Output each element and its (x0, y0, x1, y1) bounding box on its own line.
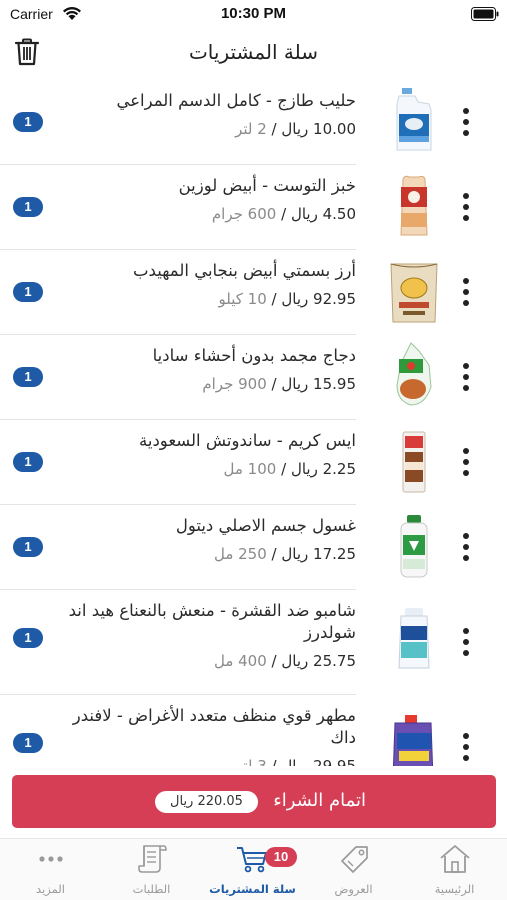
cart-total: 220.05 ريال (155, 791, 258, 813)
product-price: 2.25 ريال (290, 460, 356, 478)
tab-cart[interactable]: 10 سلة المشتريات (202, 839, 303, 900)
more-options-icon[interactable] (458, 732, 474, 762)
quantity-badge[interactable]: 1 (13, 112, 43, 132)
product-unit: 250 مل (213, 545, 267, 563)
product-price: 25.75 ريال (281, 652, 356, 670)
home-icon (440, 845, 470, 873)
tag-icon (341, 846, 368, 873)
quantity-badge[interactable]: 1 (13, 282, 43, 302)
tab-label: الطلبات (132, 882, 171, 896)
product-name: غسول جسم الاصلي ديتول (175, 516, 356, 535)
checkout-label: اتمام الشراء (273, 790, 366, 811)
more-options-icon[interactable] (458, 192, 474, 222)
milk-bottle-image (396, 88, 432, 151)
cart-item[interactable]: 1 خبز التوست - أبيض لوزين 4.50 ريال / 60… (0, 165, 507, 249)
product-price: 29.95 ريال (281, 757, 356, 766)
quantity-badge[interactable]: 1 (13, 628, 43, 648)
product-price: 15.95 ريال (281, 375, 356, 393)
product-unit: 900 جرام (202, 375, 267, 393)
cart-count-badge: 10 (265, 847, 297, 867)
tab-orders[interactable]: الطلبات (101, 839, 202, 900)
status-bar: Carrier 10:30 PM (0, 0, 507, 30)
body-wash-bottle-image (400, 515, 428, 578)
tab-bar: المزيد الطلبات 10 سلة المشتريات العروض ا… (0, 838, 507, 900)
tab-home[interactable]: الرئيسية (404, 839, 505, 900)
page-title: سلة المشتريات (188, 40, 319, 64)
product-price: 4.50 ريال (290, 205, 356, 223)
quantity-badge[interactable]: 1 (13, 537, 43, 557)
more-options-icon[interactable] (458, 107, 474, 137)
tab-label: المزيد (36, 882, 65, 896)
cart-item[interactable]: 1 شامبو ضد القشرة - منعش بالنعناع هيد ان… (0, 590, 507, 694)
page-header: سلة المشتريات (0, 30, 507, 80)
tab-label: سلة المشتريات (209, 882, 296, 896)
more-options-icon[interactable] (458, 362, 474, 392)
product-name: ايس كريم - ساندوتش السعودية (139, 431, 356, 450)
product-unit: 3 لتر (235, 757, 267, 766)
tab-label: الرئيسية (434, 882, 475, 896)
cart-item[interactable]: 1 ايس كريم - ساندوتش السعودية 2.25 ريال … (0, 420, 507, 504)
shampoo-bottle-image (398, 608, 430, 669)
product-unit: 400 مل (213, 652, 267, 670)
quantity-badge[interactable]: 1 (13, 733, 43, 753)
product-name: دجاج مجمد بدون أحشاء ساديا (152, 346, 356, 365)
quantity-badge[interactable]: 1 (13, 452, 43, 472)
rice-sack-image (390, 263, 438, 323)
cart-item[interactable]: 1 مطهر قوي منظف متعدد الأغراض - لافندر د… (0, 695, 507, 766)
product-name: مطهر قوي منظف متعدد الأغراض - لافندر داك (72, 706, 356, 747)
tab-offers[interactable]: العروض (303, 839, 404, 900)
clock: 10:30 PM (220, 5, 287, 22)
product-name: أرز بسمتي أبيض بنجابي المهيدب (133, 261, 356, 280)
tab-more[interactable]: المزيد (0, 839, 101, 900)
tab-label: العروض (334, 882, 373, 896)
cart-item[interactable]: 1 غسول جسم الاصلي ديتول 17.25 ريال / 250… (0, 505, 507, 589)
product-unit: 10 كيلو (218, 290, 267, 308)
cart-item[interactable]: 1 دجاج مجمد بدون أحشاء ساديا 15.95 ريال … (0, 335, 507, 419)
product-price: 92.95 ريال (281, 290, 356, 308)
receipt-icon (138, 845, 167, 873)
more-options-icon[interactable] (458, 532, 474, 562)
more-icon (39, 856, 63, 862)
checkout-button[interactable]: 220.05 ريال اتمام الشراء (12, 775, 496, 828)
product-name: شامبو ضد القشرة - منعش بالنعناع هيد اند … (68, 601, 356, 642)
product-price: 17.25 ريال (281, 545, 356, 563)
product-name: خبز التوست - أبيض لوزين (178, 176, 356, 195)
product-price: 10.00 ريال (281, 120, 356, 138)
quantity-badge[interactable]: 1 (13, 367, 43, 387)
product-unit: 600 جرام (211, 205, 277, 223)
product-name: حليب طازج - كامل الدسم المراعي (116, 91, 356, 110)
bread-bag-image (400, 175, 428, 236)
product-unit: 2 لتر (235, 120, 267, 138)
cart-list[interactable]: 1 حليب طازج - كامل الدسم المراعي 10.00 ر… (0, 80, 507, 766)
ice-cream-sandwich-image (402, 431, 426, 493)
cart-item[interactable]: 1 حليب طازج - كامل الدسم المراعي 10.00 ر… (0, 80, 507, 164)
more-options-icon[interactable] (458, 277, 474, 307)
quantity-badge[interactable]: 1 (13, 197, 43, 217)
more-options-icon[interactable] (458, 627, 474, 657)
product-unit: 100 مل (223, 460, 277, 478)
cleaner-bottle-image (392, 715, 434, 766)
cart-item[interactable]: 1 أرز بسمتي أبيض بنجابي المهيدب 92.95 ري… (0, 250, 507, 334)
frozen-chicken-image (396, 342, 432, 406)
battery-icon (471, 7, 499, 21)
more-options-icon[interactable] (458, 447, 474, 477)
